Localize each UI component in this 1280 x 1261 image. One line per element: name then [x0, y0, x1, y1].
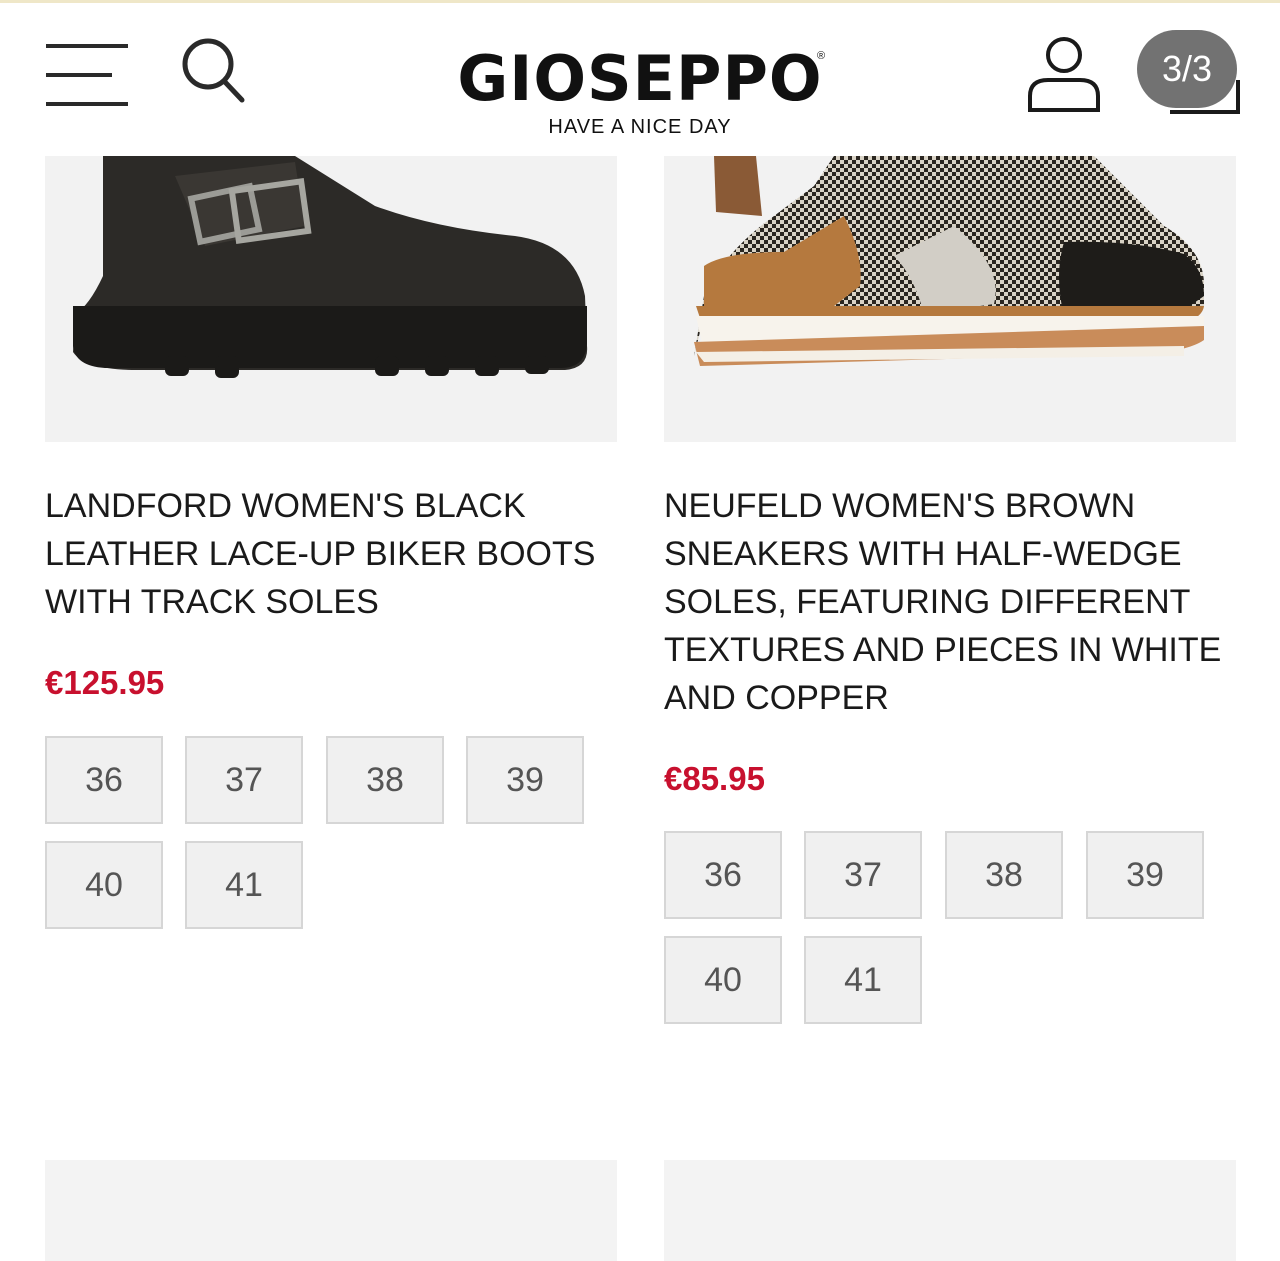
- logo-wordmark: GIOSEPPO: [457, 42, 823, 115]
- size-option-38[interactable]: 38: [326, 736, 444, 824]
- logo-tagline: HAVE A NICE DAY: [548, 116, 732, 138]
- size-option-36[interactable]: 36: [664, 831, 782, 919]
- sneaker-illustration: [694, 156, 1204, 366]
- size-option-37[interactable]: 37: [804, 831, 922, 919]
- next-product-image-placeholder[interactable]: [664, 1160, 1236, 1261]
- size-option-40[interactable]: 40: [664, 936, 782, 1024]
- product-title[interactable]: NEUFELD WOMEN'S BROWN SNEAKERS WITH HALF…: [664, 482, 1236, 722]
- size-option-39[interactable]: 39: [466, 736, 584, 824]
- product-image-sneaker[interactable]: [664, 156, 1236, 442]
- menu-icon-bar-top: [46, 44, 128, 48]
- size-option-38[interactable]: 38: [945, 831, 1063, 919]
- size-option-41[interactable]: 41: [804, 936, 922, 1024]
- menu-icon-bar-middle: [46, 73, 112, 77]
- image-pager-badge: 3/3: [1137, 30, 1237, 108]
- next-product-image-placeholder[interactable]: [45, 1160, 617, 1261]
- search-icon[interactable]: [180, 36, 246, 106]
- size-option-41[interactable]: 41: [185, 841, 303, 929]
- product-price: €85.95: [664, 760, 765, 797]
- brand-logo[interactable]: GIOSEPPO ® HAVE A NICE DAY: [440, 42, 840, 139]
- size-option-37[interactable]: 37: [185, 736, 303, 824]
- site-header: GIOSEPPO ® HAVE A NICE DAY 3/3: [0, 0, 1280, 156]
- product-image-boot[interactable]: [45, 156, 617, 442]
- menu-icon-bar-bottom: [46, 102, 128, 106]
- boot-illustration: [73, 156, 588, 378]
- size-option-39[interactable]: 39: [1086, 831, 1204, 919]
- logo-registered-mark: ®: [817, 50, 826, 62]
- product-title[interactable]: LANDFORD WOMEN'S BLACK LEATHER LACE-UP B…: [45, 482, 617, 626]
- account-icon[interactable]: [1026, 36, 1102, 114]
- menu-icon[interactable]: [46, 44, 128, 108]
- product-price: €125.95: [45, 664, 165, 701]
- size-option-36[interactable]: 36: [45, 736, 163, 824]
- size-option-40[interactable]: 40: [45, 841, 163, 929]
- top-accent-line: [0, 0, 1280, 3]
